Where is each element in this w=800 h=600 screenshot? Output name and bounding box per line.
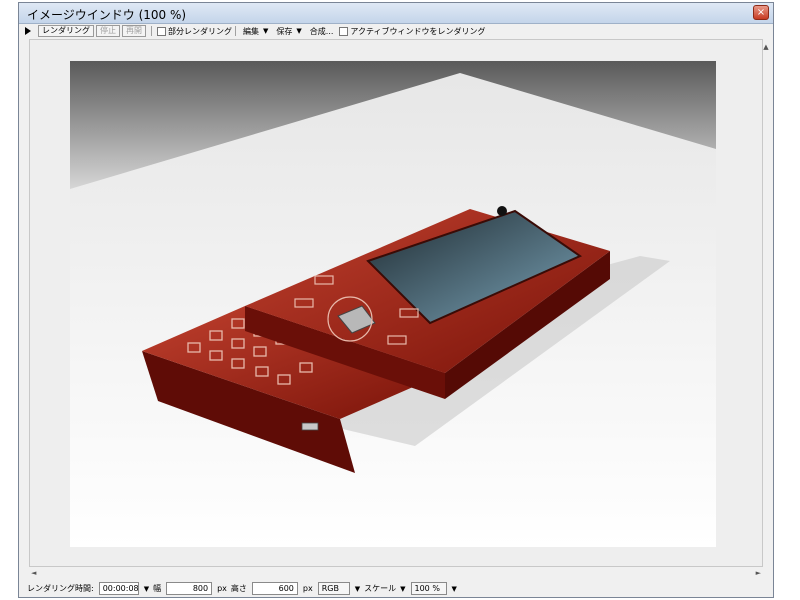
redraw-button[interactable]: 再開 (122, 25, 146, 37)
rendered-image (70, 61, 716, 547)
active-window-render-label: アクティブウィンドウをレンダリング (350, 26, 486, 36)
partial-render-label: 部分レンダリング (168, 26, 232, 36)
render-time-field: 00:00:08 (98, 582, 139, 595)
window-title: イメージウインドウ (100 %) (27, 8, 187, 22)
toolbar-divider (235, 26, 236, 36)
height-field[interactable]: 600 (251, 582, 298, 595)
render-time-label: レンダリング時間: (27, 584, 94, 593)
toolbar: レンダリング 停止 再開 部分レンダリング 編集 ▼ 保存 ▼ 合成... アク… (19, 24, 773, 38)
width-unit: px (217, 584, 227, 593)
color-mode-dropdown-icon[interactable]: ▼ (355, 585, 360, 593)
save-dropdown-icon[interactable]: ▼ (296, 27, 301, 35)
camera-lens (497, 206, 507, 216)
toolbar-divider (151, 26, 152, 36)
color-mode-select[interactable]: RGB (317, 582, 350, 595)
render-canvas[interactable] (29, 39, 763, 567)
close-button[interactable]: × (753, 5, 769, 20)
play-icon[interactable] (25, 27, 31, 35)
edit-menu[interactable]: 編集 (243, 26, 259, 37)
scroll-left-icon[interactable]: ◄ (31, 569, 36, 577)
status-bar: レンダリング時間: 00:00:08 ▼ 幅 800 px 高さ 600 px … (19, 580, 773, 597)
scale-dropdown-icon[interactable]: ▼ (400, 585, 405, 593)
width-label: 幅 (153, 584, 162, 593)
render-button[interactable]: レンダリング (38, 25, 94, 37)
horizontal-scrollbar[interactable]: ◄ ► (29, 569, 763, 579)
zoom-dropdown-icon[interactable]: ▼ (452, 585, 457, 593)
stop-button[interactable]: 停止 (96, 25, 120, 37)
composite-button[interactable]: 合成... (310, 26, 334, 37)
scroll-right-icon[interactable]: ► (756, 569, 761, 577)
save-menu[interactable]: 保存 (276, 26, 292, 37)
edit-dropdown-icon[interactable]: ▼ (263, 27, 268, 35)
scale-label: スケール (364, 584, 397, 593)
zoom-select[interactable]: 100 % (410, 582, 447, 595)
title-bar[interactable]: イメージウインドウ (100 %) × (19, 3, 773, 24)
partial-render-checkbox[interactable] (157, 26, 166, 36)
active-window-render-checkbox[interactable] (339, 26, 349, 36)
height-label: 高さ (230, 584, 247, 593)
width-field[interactable]: 800 (166, 582, 213, 595)
height-unit: px (302, 584, 313, 593)
side-connector (301, 422, 319, 431)
image-window: イメージウインドウ (100 %) × レンダリング 停止 再開 部分レンダリン… (18, 2, 774, 598)
render-time-dropdown-icon[interactable]: ▼ (144, 585, 149, 593)
scroll-up-icon[interactable]: ▲ (761, 43, 771, 51)
vertical-scrollbar[interactable]: ▲ (761, 43, 771, 563)
